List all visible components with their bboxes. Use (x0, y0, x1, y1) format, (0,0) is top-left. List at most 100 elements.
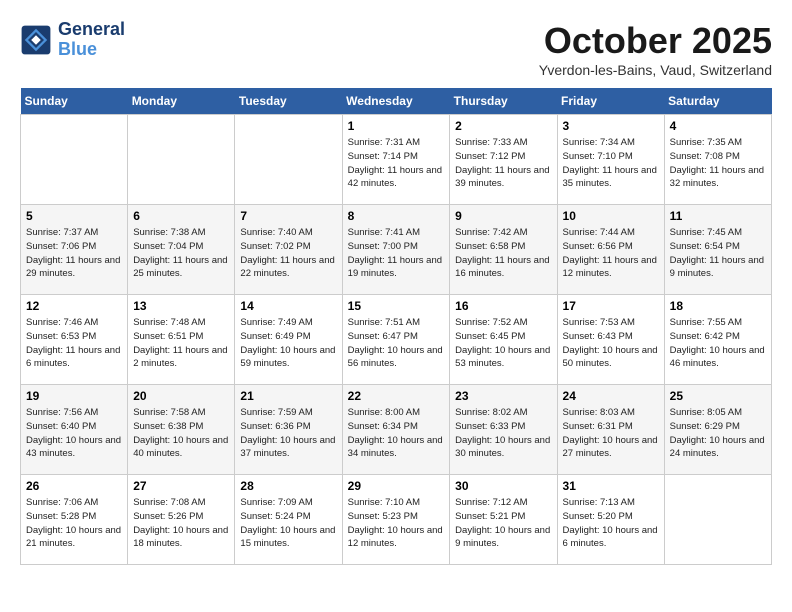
day-number: 22 (348, 389, 445, 403)
day-number: 1 (348, 119, 445, 133)
calendar-cell: 18 Sunrise: 7:55 AMSunset: 6:42 PMDaylig… (664, 295, 771, 385)
calendar-cell: 30 Sunrise: 7:12 AMSunset: 5:21 PMDaylig… (450, 475, 557, 565)
calendar-cell: 3 Sunrise: 7:34 AMSunset: 7:10 PMDayligh… (557, 115, 664, 205)
weekday-header: Sunday (21, 88, 128, 115)
cell-details: Sunrise: 7:51 AMSunset: 6:47 PMDaylight:… (348, 316, 445, 371)
cell-details: Sunrise: 7:08 AMSunset: 5:26 PMDaylight:… (133, 496, 229, 551)
calendar-cell (128, 115, 235, 205)
cell-details: Sunrise: 7:31 AMSunset: 7:14 PMDaylight:… (348, 136, 445, 191)
cell-details: Sunrise: 7:53 AMSunset: 6:43 PMDaylight:… (563, 316, 659, 371)
cell-details: Sunrise: 7:44 AMSunset: 6:56 PMDaylight:… (563, 226, 659, 281)
calendar-cell: 24 Sunrise: 8:03 AMSunset: 6:31 PMDaylig… (557, 385, 664, 475)
cell-details: Sunrise: 7:56 AMSunset: 6:40 PMDaylight:… (26, 406, 122, 461)
calendar-cell: 13 Sunrise: 7:48 AMSunset: 6:51 PMDaylig… (128, 295, 235, 385)
calendar-cell: 6 Sunrise: 7:38 AMSunset: 7:04 PMDayligh… (128, 205, 235, 295)
cell-details: Sunrise: 7:41 AMSunset: 7:00 PMDaylight:… (348, 226, 445, 281)
title-block: October 2025 Yverdon-les-Bains, Vaud, Sw… (539, 20, 772, 78)
cell-details: Sunrise: 7:42 AMSunset: 6:58 PMDaylight:… (455, 226, 551, 281)
day-number: 20 (133, 389, 229, 403)
day-number: 25 (670, 389, 766, 403)
day-number: 26 (26, 479, 122, 493)
cell-details: Sunrise: 8:05 AMSunset: 6:29 PMDaylight:… (670, 406, 766, 461)
cell-details: Sunrise: 8:00 AMSunset: 6:34 PMDaylight:… (348, 406, 445, 461)
calendar-cell: 19 Sunrise: 7:56 AMSunset: 6:40 PMDaylig… (21, 385, 128, 475)
calendar-cell: 4 Sunrise: 7:35 AMSunset: 7:08 PMDayligh… (664, 115, 771, 205)
calendar-cell: 5 Sunrise: 7:37 AMSunset: 7:06 PMDayligh… (21, 205, 128, 295)
weekday-header: Friday (557, 88, 664, 115)
calendar-week-row: 12 Sunrise: 7:46 AMSunset: 6:53 PMDaylig… (21, 295, 772, 385)
calendar-week-row: 26 Sunrise: 7:06 AMSunset: 5:28 PMDaylig… (21, 475, 772, 565)
day-number: 21 (240, 389, 336, 403)
calendar-cell: 8 Sunrise: 7:41 AMSunset: 7:00 PMDayligh… (342, 205, 450, 295)
calendar-cell: 16 Sunrise: 7:52 AMSunset: 6:45 PMDaylig… (450, 295, 557, 385)
cell-details: Sunrise: 7:55 AMSunset: 6:42 PMDaylight:… (670, 316, 766, 371)
cell-details: Sunrise: 7:33 AMSunset: 7:12 PMDaylight:… (455, 136, 551, 191)
calendar-cell: 29 Sunrise: 7:10 AMSunset: 5:23 PMDaylig… (342, 475, 450, 565)
day-number: 6 (133, 209, 229, 223)
cell-details: Sunrise: 7:52 AMSunset: 6:45 PMDaylight:… (455, 316, 551, 371)
cell-details: Sunrise: 7:12 AMSunset: 5:21 PMDaylight:… (455, 496, 551, 551)
day-number: 13 (133, 299, 229, 313)
calendar-cell: 17 Sunrise: 7:53 AMSunset: 6:43 PMDaylig… (557, 295, 664, 385)
calendar-cell: 21 Sunrise: 7:59 AMSunset: 6:36 PMDaylig… (235, 385, 342, 475)
calendar-cell: 14 Sunrise: 7:49 AMSunset: 6:49 PMDaylig… (235, 295, 342, 385)
logo-text: General Blue (58, 20, 125, 60)
day-number: 12 (26, 299, 122, 313)
calendar-cell: 10 Sunrise: 7:44 AMSunset: 6:56 PMDaylig… (557, 205, 664, 295)
cell-details: Sunrise: 7:49 AMSunset: 6:49 PMDaylight:… (240, 316, 336, 371)
day-number: 2 (455, 119, 551, 133)
calendar-week-row: 5 Sunrise: 7:37 AMSunset: 7:06 PMDayligh… (21, 205, 772, 295)
calendar-cell (664, 475, 771, 565)
calendar-cell (21, 115, 128, 205)
day-number: 15 (348, 299, 445, 313)
day-number: 24 (563, 389, 659, 403)
calendar-cell: 31 Sunrise: 7:13 AMSunset: 5:20 PMDaylig… (557, 475, 664, 565)
page-header: General Blue October 2025 Yverdon-les-Ba… (20, 20, 772, 78)
day-number: 7 (240, 209, 336, 223)
calendar-cell: 1 Sunrise: 7:31 AMSunset: 7:14 PMDayligh… (342, 115, 450, 205)
cell-details: Sunrise: 7:10 AMSunset: 5:23 PMDaylight:… (348, 496, 445, 551)
cell-details: Sunrise: 7:46 AMSunset: 6:53 PMDaylight:… (26, 316, 122, 371)
cell-details: Sunrise: 7:59 AMSunset: 6:36 PMDaylight:… (240, 406, 336, 461)
day-number: 5 (26, 209, 122, 223)
day-number: 19 (26, 389, 122, 403)
logo: General Blue (20, 20, 125, 60)
calendar-cell: 28 Sunrise: 7:09 AMSunset: 5:24 PMDaylig… (235, 475, 342, 565)
day-number: 3 (563, 119, 659, 133)
day-number: 28 (240, 479, 336, 493)
calendar-cell: 11 Sunrise: 7:45 AMSunset: 6:54 PMDaylig… (664, 205, 771, 295)
calendar-cell: 25 Sunrise: 8:05 AMSunset: 6:29 PMDaylig… (664, 385, 771, 475)
day-number: 18 (670, 299, 766, 313)
day-number: 29 (348, 479, 445, 493)
cell-details: Sunrise: 7:13 AMSunset: 5:20 PMDaylight:… (563, 496, 659, 551)
cell-details: Sunrise: 7:09 AMSunset: 5:24 PMDaylight:… (240, 496, 336, 551)
day-number: 4 (670, 119, 766, 133)
cell-details: Sunrise: 7:34 AMSunset: 7:10 PMDaylight:… (563, 136, 659, 191)
cell-details: Sunrise: 8:02 AMSunset: 6:33 PMDaylight:… (455, 406, 551, 461)
calendar-cell: 7 Sunrise: 7:40 AMSunset: 7:02 PMDayligh… (235, 205, 342, 295)
calendar-week-row: 1 Sunrise: 7:31 AMSunset: 7:14 PMDayligh… (21, 115, 772, 205)
calendar-cell (235, 115, 342, 205)
cell-details: Sunrise: 7:35 AMSunset: 7:08 PMDaylight:… (670, 136, 766, 191)
day-number: 31 (563, 479, 659, 493)
location-subtitle: Yverdon-les-Bains, Vaud, Switzerland (539, 62, 772, 78)
cell-details: Sunrise: 7:48 AMSunset: 6:51 PMDaylight:… (133, 316, 229, 371)
cell-details: Sunrise: 7:06 AMSunset: 5:28 PMDaylight:… (26, 496, 122, 551)
calendar-cell: 9 Sunrise: 7:42 AMSunset: 6:58 PMDayligh… (450, 205, 557, 295)
calendar-header-row: SundayMondayTuesdayWednesdayThursdayFrid… (21, 88, 772, 115)
day-number: 17 (563, 299, 659, 313)
day-number: 27 (133, 479, 229, 493)
weekday-header: Monday (128, 88, 235, 115)
day-number: 11 (670, 209, 766, 223)
cell-details: Sunrise: 8:03 AMSunset: 6:31 PMDaylight:… (563, 406, 659, 461)
calendar-cell: 27 Sunrise: 7:08 AMSunset: 5:26 PMDaylig… (128, 475, 235, 565)
weekday-header: Saturday (664, 88, 771, 115)
calendar-cell: 15 Sunrise: 7:51 AMSunset: 6:47 PMDaylig… (342, 295, 450, 385)
day-number: 14 (240, 299, 336, 313)
day-number: 30 (455, 479, 551, 493)
day-number: 8 (348, 209, 445, 223)
cell-details: Sunrise: 7:45 AMSunset: 6:54 PMDaylight:… (670, 226, 766, 281)
calendar-cell: 22 Sunrise: 8:00 AMSunset: 6:34 PMDaylig… (342, 385, 450, 475)
weekday-header: Thursday (450, 88, 557, 115)
day-number: 10 (563, 209, 659, 223)
